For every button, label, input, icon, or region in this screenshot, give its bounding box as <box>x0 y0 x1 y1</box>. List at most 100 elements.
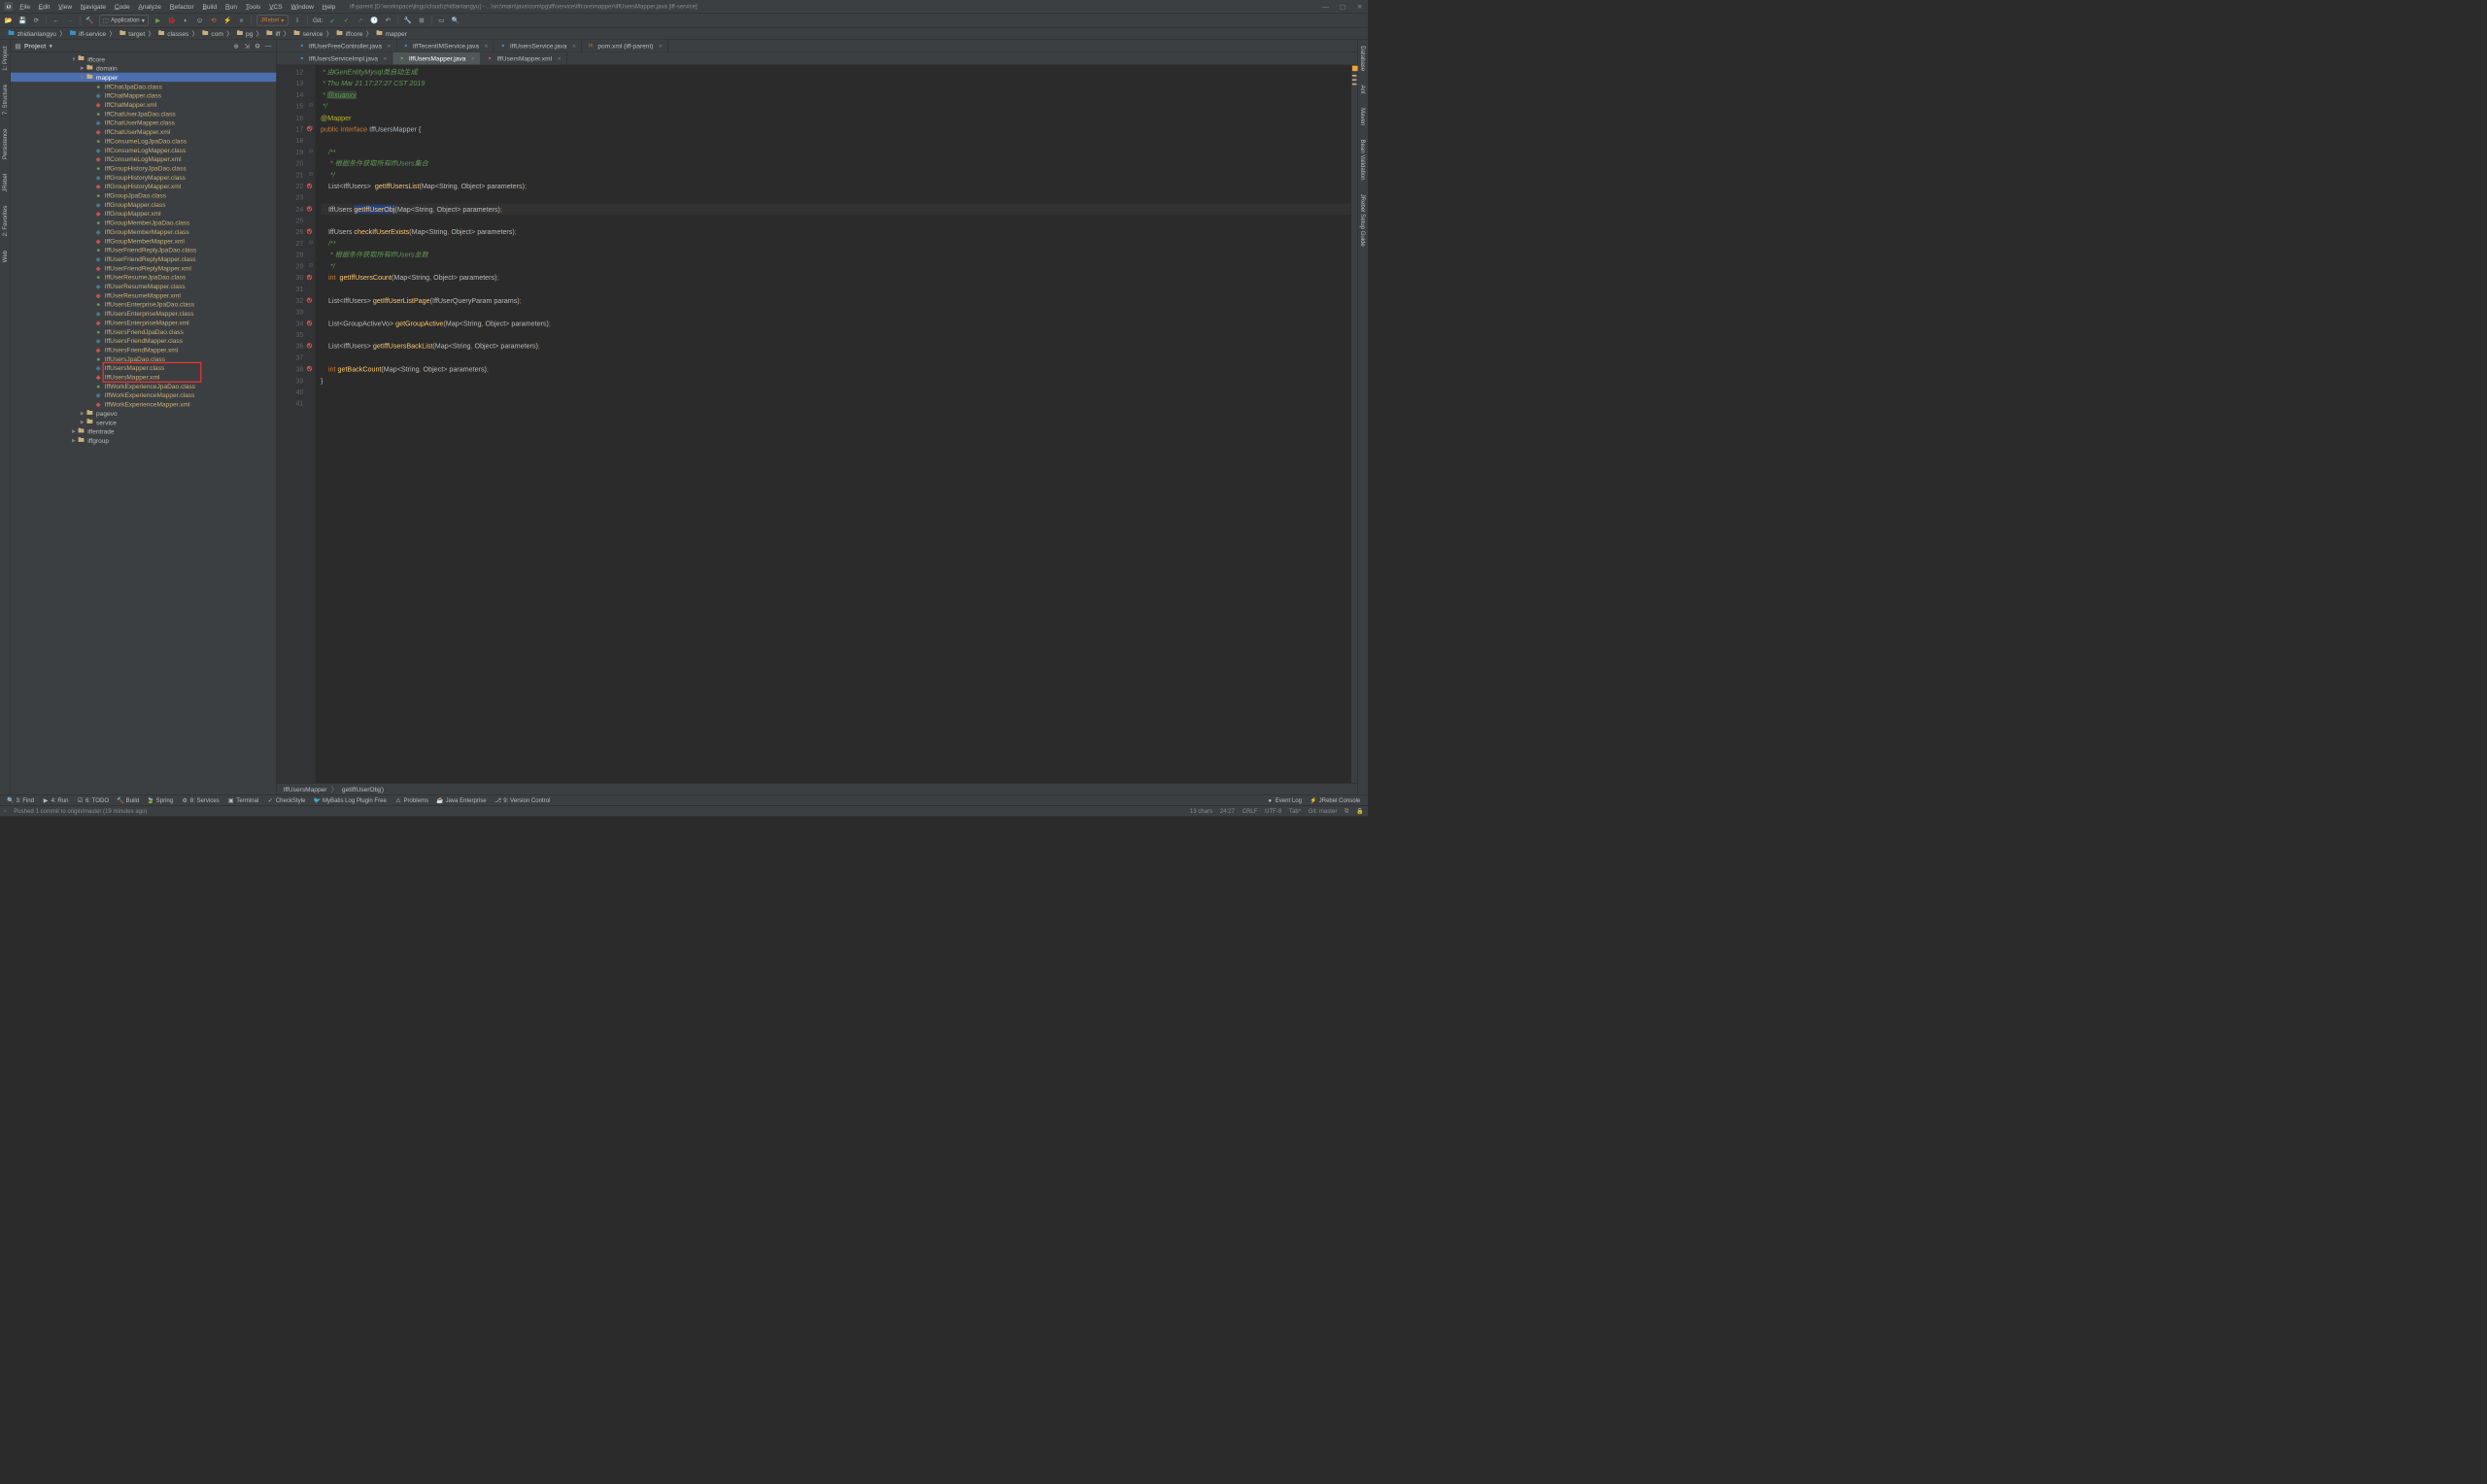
implementation-icon[interactable] <box>306 205 314 213</box>
search-icon[interactable]: 🔍 <box>451 17 460 25</box>
code-line[interactable]: * Thu Mar 21 17:27:27 CST 2019 <box>321 78 1350 89</box>
status-line-sep[interactable]: CRLF <box>1243 808 1258 815</box>
menu-run[interactable]: Run <box>221 2 241 12</box>
run-icon[interactable]: ▶ <box>153 17 162 25</box>
tree-node[interactable]: ◆IffChatMapper.class <box>11 91 276 100</box>
jrebel-run-icon[interactable]: ⚡ <box>223 17 232 25</box>
project-label[interactable]: Project <box>24 42 46 50</box>
code-line[interactable]: * @xuanxy <box>321 89 1350 101</box>
close-tab-icon[interactable]: × <box>387 42 391 50</box>
menu-build[interactable]: Build <box>199 2 221 12</box>
stop-icon[interactable]: ■ <box>237 17 246 25</box>
lock-icon[interactable]: 🔒 <box>1356 808 1364 815</box>
tree-node[interactable]: ◆IffUserResumeMapper.xml <box>11 290 276 299</box>
tree-node[interactable]: ◆IffChatUserMapper.xml <box>11 127 276 136</box>
code-line[interactable] <box>321 284 1350 295</box>
bottom-tab-terminal[interactable]: ▣Terminal <box>224 796 261 804</box>
fold-icon[interactable] <box>307 156 316 168</box>
debug-icon[interactable]: 🐞 <box>168 17 177 25</box>
breadcrumb-method[interactable]: getIffUserObj() <box>342 786 384 793</box>
menu-edit[interactable]: Edit <box>35 2 53 12</box>
tree-node[interactable]: ◆IffUsersEnterpriseMapper.class <box>11 309 276 318</box>
editor-tab[interactable]: ●IffUsersService.java× <box>494 40 581 52</box>
fold-icon[interactable] <box>307 88 316 100</box>
implementation-icon[interactable] <box>306 182 314 189</box>
breadcrumb-item[interactable]: 🖿mapper <box>372 30 410 38</box>
tree-node[interactable]: ▶🖿iffgroup <box>11 436 276 445</box>
menu-tools[interactable]: Tools <box>242 2 264 12</box>
bottom-tab-event-log[interactable]: ●Event Log <box>1264 796 1306 804</box>
tree-node[interactable]: ●IffUserResumeJpaDao.class <box>11 273 276 282</box>
left-tab-jrebel[interactable]: JRebel <box>1 169 10 196</box>
code-line[interactable]: int getBackCount(Map<String, Object> par… <box>321 363 1350 375</box>
code-editor[interactable]: * 由GenEntityMysql类自动生成 * Thu Mar 21 17:2… <box>316 65 1351 783</box>
coverage-icon[interactable]: ◐ <box>182 17 190 25</box>
implementation-icon[interactable] <box>306 320 314 327</box>
tree-node[interactable]: ●IffUsersEnterpriseJpaDao.class <box>11 300 276 309</box>
breadcrumb-item[interactable]: 🖿service <box>290 30 325 38</box>
tree-node[interactable]: ◆IffUsersFriendMapper.xml <box>11 345 276 354</box>
status-git[interactable]: Git: master <box>1309 808 1338 815</box>
editor-tab[interactable]: mpom.xml (iff-parent)× <box>582 40 668 52</box>
tree-node[interactable]: ◆IffGroupMemberMapper.class <box>11 227 276 236</box>
tree-node[interactable]: ●IffWorkExperienceJpaDao.class <box>11 382 276 390</box>
implementation-icon[interactable] <box>306 228 314 236</box>
implementation-icon[interactable] <box>306 365 314 373</box>
tree-node[interactable]: ◆IffWorkExperienceMapper.class <box>11 390 276 399</box>
forward-icon[interactable]: → <box>66 17 75 25</box>
git-rollback-icon[interactable]: ↶ <box>384 17 392 25</box>
tree-node[interactable]: ●IffGroupMemberJpaDao.class <box>11 218 276 226</box>
tree-node[interactable]: ●IffUsersJpaDao.class <box>11 354 276 363</box>
menu-window[interactable]: Window <box>288 2 318 12</box>
expand-icon[interactable]: ▼ <box>79 75 85 81</box>
code-line[interactable]: IffUsers getIffUserObj(Map<String, Objec… <box>321 203 1350 215</box>
tree-node[interactable]: ◆IffUsersMapper.xml <box>11 372 276 381</box>
code-line[interactable]: List<IffUsers> getIffUsersList(Map<Strin… <box>321 181 1350 192</box>
bottom-tab-java-enterprise[interactable]: ☕Java Enterprise <box>434 796 490 804</box>
code-line[interactable] <box>321 352 1350 363</box>
save-icon[interactable]: 💾 <box>18 17 27 25</box>
left-tab-persistence[interactable]: Persistence <box>1 124 10 163</box>
code-line[interactable]: } <box>321 375 1350 387</box>
code-line[interactable]: */ <box>321 169 1350 181</box>
menu-help[interactable]: Help <box>319 2 339 12</box>
right-tab-maven[interactable]: Maven <box>1358 103 1367 129</box>
run-config-combo[interactable]: ⬚ Application ▾ <box>99 15 148 25</box>
tree-node[interactable]: ◆IffUsersEnterpriseMapper.xml <box>11 318 276 326</box>
settings-icon[interactable]: 🔧 <box>403 17 412 25</box>
tree-node[interactable]: ▶🖿domain <box>11 63 276 72</box>
fold-icon[interactable]: ⊟ <box>307 168 316 180</box>
bottom-tab-4--run[interactable]: ▶4: Run <box>40 796 72 804</box>
fold-icon[interactable] <box>307 386 316 397</box>
fold-icon[interactable] <box>307 328 316 340</box>
collapse-icon[interactable]: ⇲ <box>243 42 251 50</box>
hide-icon[interactable]: — <box>264 42 272 50</box>
fold-icon[interactable] <box>307 283 316 294</box>
tree-node[interactable]: ◆IffUserResumeMapper.class <box>11 282 276 290</box>
tree-node[interactable]: ●IffChatJpaDao.class <box>11 82 276 90</box>
code-line[interactable] <box>321 329 1350 341</box>
code-line[interactable]: List<GroupActiveVo> getGroupActive(Map<S… <box>321 318 1350 329</box>
bottom-tab-build[interactable]: 🔨Build <box>115 796 143 804</box>
tree-node[interactable]: ◆IffGroupHistoryMapper.xml <box>11 182 276 190</box>
fold-icon[interactable]: ⊟ <box>307 237 316 249</box>
right-tab-bean-validation[interactable]: Bean Validation <box>1358 135 1367 185</box>
tree-node[interactable]: ◆IffUserFriendReplyMapper.xml <box>11 263 276 272</box>
close-tab-icon[interactable]: × <box>383 54 387 62</box>
bottom-tab-8--services[interactable]: ⚙8: Services <box>179 796 222 804</box>
code-line[interactable] <box>321 215 1350 226</box>
close-tab-icon[interactable]: × <box>471 54 475 62</box>
code-line[interactable]: * 根据条件获取所有IffUsers总数 <box>321 249 1350 260</box>
jrebel-combo[interactable]: JRebel ▾ <box>256 15 288 25</box>
tree-node[interactable]: ●IffChatUserJpaDao.class <box>11 109 276 118</box>
tree-node[interactable]: ▶🖿iffentrade <box>11 426 276 435</box>
close-tab-icon[interactable]: × <box>484 42 488 50</box>
bottom-tab-problems[interactable]: ⚠Problems <box>392 796 431 804</box>
tree-node[interactable]: ▶🖿pagevo <box>11 409 276 418</box>
tree-node[interactable]: ▶🖿service <box>11 418 276 426</box>
tree-node[interactable]: ◆IffGroupMapper.xml <box>11 209 276 218</box>
fold-icon[interactable] <box>307 77 316 88</box>
code-line[interactable]: List<IffUsers> getIffUserListPage(IffUse… <box>321 294 1350 306</box>
tree-node[interactable]: ◆IffGroupHistoryMapper.class <box>11 173 276 182</box>
menu-file[interactable]: File <box>17 2 34 12</box>
